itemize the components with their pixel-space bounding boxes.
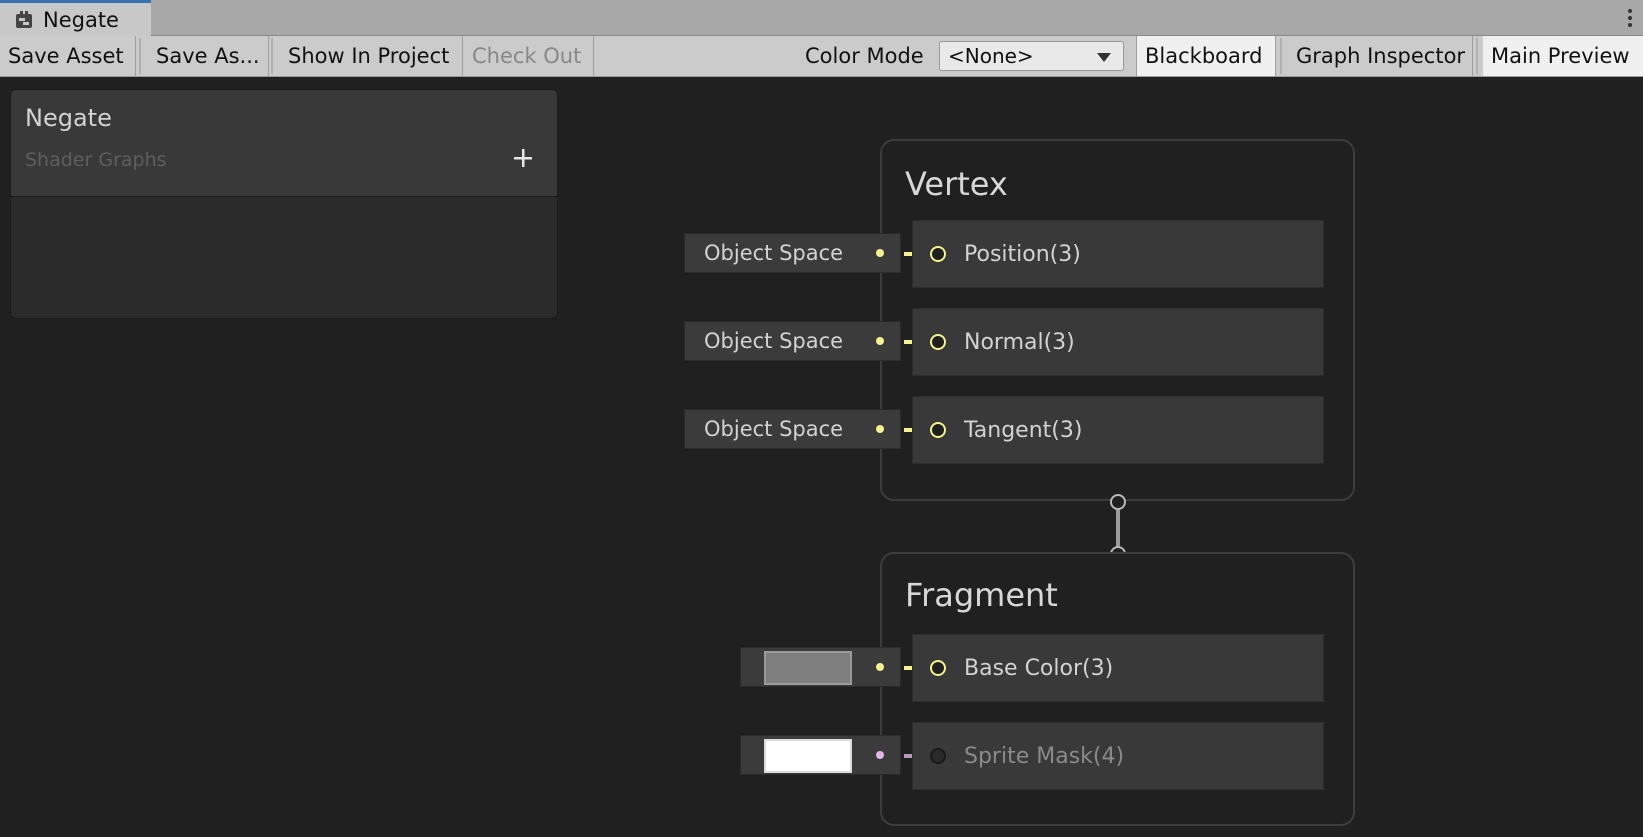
- base-color-block[interactable]: Base Color(3): [912, 634, 1324, 702]
- check-out-button[interactable]: Check Out: [464, 36, 594, 76]
- blackboard-subtitle: Shader Graphs: [25, 149, 167, 171]
- tab-negate[interactable]: Negate: [0, 0, 151, 36]
- block-label: Normal(3): [964, 330, 1075, 355]
- save-as-button[interactable]: Save As...: [148, 36, 269, 76]
- shader-graph-icon: [16, 11, 32, 28]
- object-space-input[interactable]: Object Space: [684, 233, 901, 273]
- input-port[interactable]: [930, 422, 946, 438]
- block-label: Tangent(3): [964, 418, 1083, 443]
- output-port-dot[interactable]: [876, 751, 884, 759]
- toolbar-separator: [1476, 38, 1478, 74]
- color-swatch[interactable]: [764, 651, 852, 685]
- blackboard-title: Negate: [25, 104, 112, 132]
- block-label: Base Color(3): [964, 656, 1114, 681]
- input-port[interactable]: [930, 748, 946, 764]
- vertex-output-port[interactable]: [1110, 494, 1126, 510]
- main-preview-toggle-button[interactable]: Main Preview: [1483, 36, 1643, 76]
- toolbar-separator: [1280, 38, 1282, 74]
- output-port-dot[interactable]: [876, 249, 884, 257]
- context-flow-wire: [1116, 503, 1120, 551]
- input-value: Object Space: [704, 329, 844, 353]
- color-input[interactable]: [740, 735, 901, 775]
- toolbar-separator: [271, 38, 273, 74]
- output-port-dot[interactable]: [876, 663, 884, 671]
- tangent-block[interactable]: Tangent(3): [912, 396, 1324, 464]
- blackboard-toggle-button[interactable]: Blackboard: [1136, 36, 1276, 76]
- dropdown-arrow-icon: [1097, 53, 1111, 62]
- color-mode-label: Color Mode: [805, 44, 924, 68]
- output-port-dot[interactable]: [876, 425, 884, 433]
- save-asset-button[interactable]: Save Asset: [0, 36, 136, 76]
- tab-title: Negate: [43, 8, 119, 32]
- input-port[interactable]: [930, 334, 946, 350]
- object-space-input[interactable]: Object Space: [684, 321, 901, 361]
- color-mode-dropdown[interactable]: <None>: [939, 41, 1124, 71]
- graph-inspector-toggle-button[interactable]: Graph Inspector: [1288, 36, 1473, 76]
- block-label: Sprite Mask(4): [964, 744, 1125, 769]
- input-port[interactable]: [930, 660, 946, 676]
- color-input[interactable]: [740, 647, 901, 687]
- blackboard-panel[interactable]: Negate Shader Graphs: [10, 89, 558, 319]
- block-label: Position(3): [964, 242, 1081, 267]
- object-space-input[interactable]: Object Space: [684, 409, 901, 449]
- input-port[interactable]: [930, 246, 946, 262]
- input-value: Object Space: [704, 241, 844, 265]
- more-options-icon[interactable]: [1627, 8, 1633, 28]
- window-tab-strip: Negate: [0, 0, 1643, 36]
- color-swatch[interactable]: [764, 739, 852, 773]
- toolbar-separator: [139, 38, 141, 74]
- show-in-project-button[interactable]: Show In Project: [280, 36, 463, 76]
- input-value: Object Space: [704, 417, 844, 441]
- blackboard-header: Negate Shader Graphs: [11, 90, 557, 197]
- graph-toolbar: Save Asset Save As... Show In Project Ch…: [0, 36, 1643, 77]
- fragment-context-title: Fragment: [905, 576, 1058, 614]
- color-mode-value: <None>: [948, 44, 1034, 68]
- position-block[interactable]: Position(3): [912, 220, 1324, 288]
- sprite-mask-block[interactable]: Sprite Mask(4): [912, 722, 1324, 790]
- plus-icon[interactable]: [511, 146, 535, 170]
- normal-block[interactable]: Normal(3): [912, 308, 1324, 376]
- vertex-context-title: Vertex: [905, 165, 1008, 203]
- output-port-dot[interactable]: [876, 337, 884, 345]
